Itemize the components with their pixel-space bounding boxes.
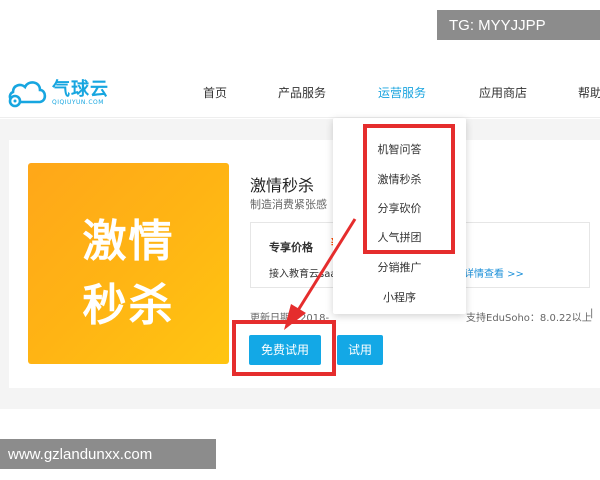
watermark-top: TG: MYYJJPP: [437, 10, 600, 40]
menu-item-mini-program[interactable]: 小程序: [333, 289, 466, 305]
nav-operations[interactable]: 运营服务: [378, 84, 426, 101]
nav-home[interactable]: 首页: [203, 84, 227, 101]
product-subtitle: 制造消费紧张感: [250, 198, 327, 211]
brand-name: 气球云: [52, 79, 109, 100]
trial-button[interactable]: 试用: [337, 335, 383, 365]
product-image-text-line1: 激情: [82, 216, 175, 267]
product-title: 激情秒杀: [250, 176, 315, 195]
price-label: 专享价格: [269, 241, 313, 254]
brand-logo[interactable]: 气球云 QIQIUYUN.COM: [6, 74, 116, 108]
menu-item-distribution[interactable]: 分销推广: [333, 259, 466, 275]
nav-app-store[interactable]: 应用商店: [479, 84, 527, 101]
highlight-box-button: [232, 320, 336, 376]
nav-products[interactable]: 产品服务: [278, 84, 326, 101]
support-version: 支持EduSoho：8.0.22以上: [466, 313, 592, 324]
brand-subtitle: QIQIUYUN.COM: [52, 99, 104, 106]
cloud-logo-icon: [8, 81, 47, 108]
product-image-text-line2: 秒杀: [82, 280, 175, 331]
product-image: 激情 秒杀: [28, 163, 229, 364]
watermark-bottom: www.gzlandunxx.com: [0, 439, 216, 469]
meta-separator: |: [590, 308, 594, 319]
price-description: 接入教育云saas: [269, 269, 342, 280]
nav-help[interactable]: 帮助: [578, 84, 600, 101]
details-link[interactable]: 详情查看 >>: [464, 265, 524, 280]
highlight-box-menu: [363, 124, 455, 254]
top-navbar: 气球云 QIQIUYUN.COM 首页 产品服务 运营服务 应用商店 帮助: [0, 62, 600, 118]
